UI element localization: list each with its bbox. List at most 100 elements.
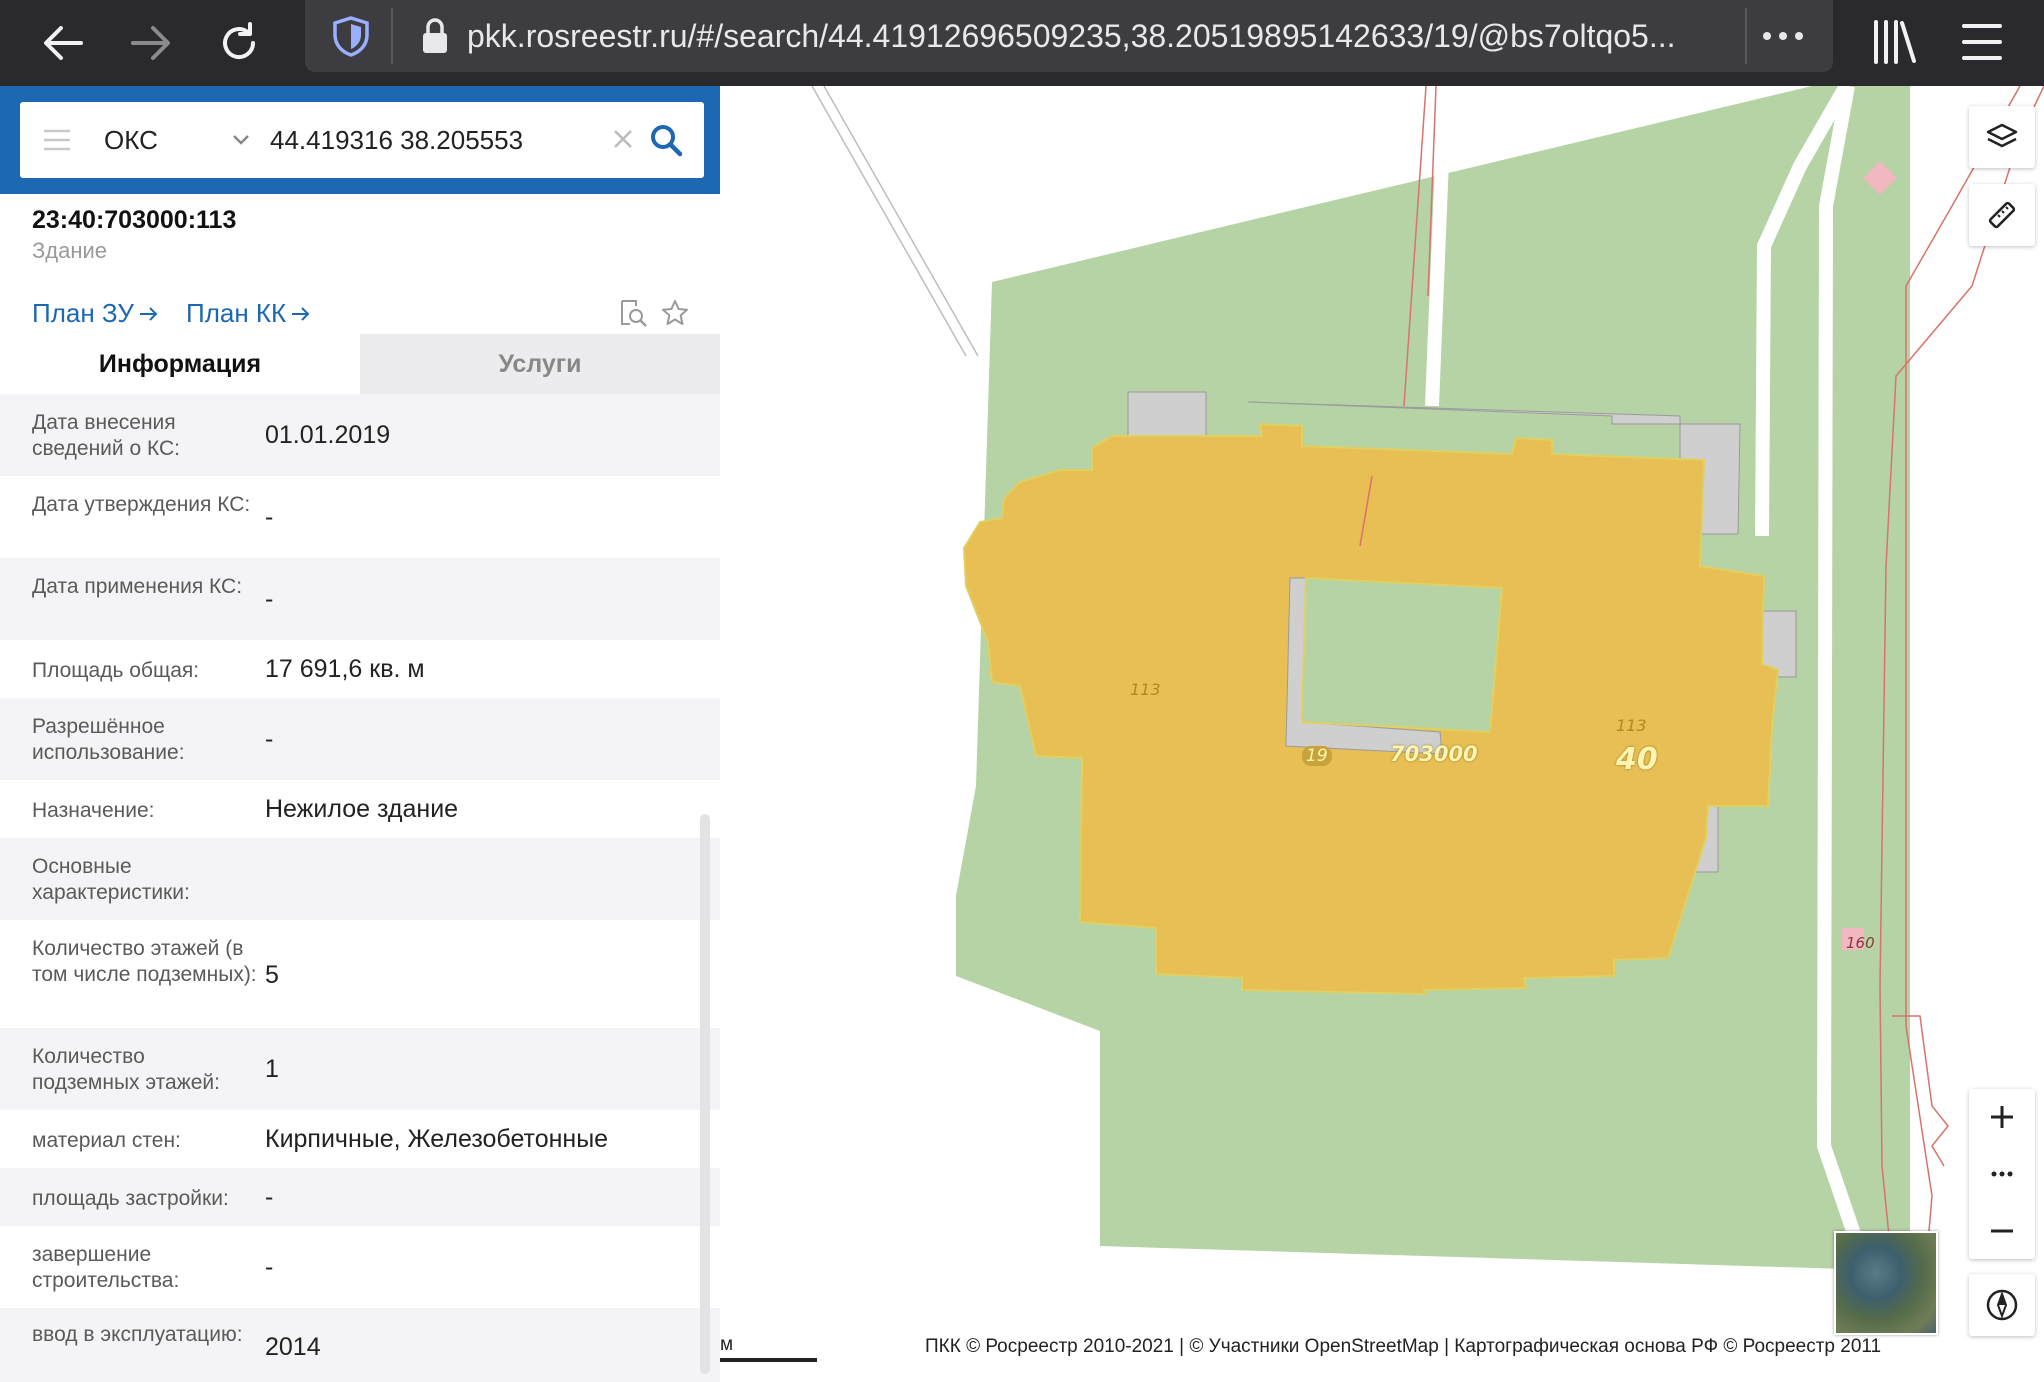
forward-button[interactable] bbox=[122, 14, 180, 72]
info-row: Разрешённое использование: - bbox=[0, 698, 720, 780]
info-row: Назначение: Нежилое здание bbox=[0, 780, 720, 838]
parcel-label: 113 bbox=[1616, 716, 1647, 735]
info-row-label: ввод в эксплуатацию: bbox=[32, 1323, 243, 1346]
object-type-select[interactable]: ОКС bbox=[104, 120, 158, 160]
info-row-value: 2014 bbox=[265, 1333, 321, 1361]
measure-button[interactable] bbox=[1969, 184, 2035, 246]
info-row-label: Дата применения КС: bbox=[32, 575, 243, 598]
zoom-out-icon bbox=[1991, 1229, 2013, 1233]
plot-label: 160 bbox=[1846, 934, 1875, 952]
ruler-icon bbox=[1988, 201, 2016, 229]
object-info-panel: 23:40:703000:113 Здание План ЗУ План КК … bbox=[0, 194, 720, 1382]
compass-button[interactable] bbox=[1969, 1274, 2035, 1336]
scale-bar bbox=[720, 1358, 817, 1362]
info-row-label: материал стен: bbox=[32, 1129, 181, 1152]
info-row: Дата внесения сведений о КС: 01.01.2019 bbox=[0, 394, 720, 476]
courtyard bbox=[1300, 576, 1504, 734]
address-bar[interactable]: pkk.rosreestr.ru/#/search/44.41912696509… bbox=[305, 0, 1833, 72]
tab-services[interactable]: Услуги bbox=[360, 334, 720, 394]
tracking-shield-icon[interactable] bbox=[329, 14, 373, 58]
info-row-value: - bbox=[265, 585, 274, 613]
quarter-number-label: 19 bbox=[1302, 746, 1332, 766]
lock-icon[interactable] bbox=[415, 14, 455, 58]
zoom-control bbox=[1969, 1089, 2035, 1259]
back-button[interactable] bbox=[34, 14, 92, 72]
panel-scrollbar[interactable] bbox=[700, 814, 710, 1374]
info-row-value: - bbox=[265, 503, 274, 531]
zoom-out-button[interactable] bbox=[1969, 1203, 2035, 1259]
info-row-label: площадь застройки: bbox=[32, 1187, 229, 1210]
search-header: ОКС 44.419316 38.205553 bbox=[0, 86, 745, 194]
url-separator bbox=[391, 8, 393, 64]
zoom-more-icon bbox=[1991, 1171, 2013, 1177]
plan-kk-label: План КК bbox=[186, 298, 287, 328]
info-row: Количество подземных этажей: 1 bbox=[0, 1028, 720, 1110]
forward-arrow-icon bbox=[131, 26, 170, 60]
cadastral-map[interactable]: 113 113 19 703000 40 160 м ПКК © Росреес… bbox=[720, 86, 2044, 1382]
zoom-more-button[interactable] bbox=[1969, 1146, 2035, 1202]
info-row: Дата применения КС: - bbox=[0, 558, 720, 640]
minimap[interactable] bbox=[1834, 1231, 1938, 1335]
clear-icon[interactable] bbox=[610, 126, 636, 152]
info-row-value: - bbox=[265, 1253, 274, 1281]
info-row: Основные характеристики: bbox=[0, 838, 720, 920]
menu-icon[interactable] bbox=[1954, 14, 2010, 70]
search-document-icon[interactable] bbox=[618, 298, 648, 328]
search-icon[interactable] bbox=[648, 122, 684, 158]
compass-icon bbox=[1986, 1289, 2018, 1321]
info-row: материал стен: Кирпичные, Железобетонные bbox=[0, 1110, 720, 1168]
library-icon[interactable] bbox=[1866, 14, 1922, 70]
chevron-down-icon[interactable] bbox=[230, 128, 252, 150]
search-box: ОКС 44.419316 38.205553 bbox=[20, 102, 704, 178]
plan-zu-label: План ЗУ bbox=[32, 298, 134, 328]
url-separator bbox=[1745, 8, 1747, 64]
info-row-value: 1 bbox=[265, 1055, 279, 1083]
info-row-value: Кирпичные, Железобетонные bbox=[265, 1125, 609, 1153]
info-row-label: Количество этажей (в том числе подземных… bbox=[32, 937, 257, 986]
zoom-in-icon bbox=[1991, 1106, 2013, 1128]
parcel-label: 113 bbox=[1130, 680, 1161, 699]
info-row-label: Дата утверждения КС: bbox=[32, 493, 251, 516]
star-icon[interactable] bbox=[660, 298, 690, 328]
layers-button[interactable] bbox=[1969, 106, 2035, 168]
arrow-right-icon bbox=[139, 306, 158, 321]
info-row-label: Площадь общая: bbox=[32, 659, 200, 682]
road bbox=[812, 86, 978, 360]
reload-icon bbox=[223, 22, 255, 59]
cadastral-number: 23:40:703000:113 bbox=[32, 206, 237, 234]
info-row-value: 01.01.2019 bbox=[265, 421, 391, 449]
object-type: Здание bbox=[32, 238, 108, 263]
info-row: Количество этажей (в том числе подземных… bbox=[0, 920, 720, 1028]
info-row: Площадь общая: 17 691,6 кв. м bbox=[0, 640, 720, 698]
plan-zu-link[interactable]: План ЗУ bbox=[32, 298, 160, 329]
info-row-label: Назначение: bbox=[32, 799, 155, 822]
info-row-label: Количество подземных этажей: bbox=[32, 1045, 220, 1094]
info-row-value: - bbox=[265, 1183, 274, 1211]
search-input[interactable]: 44.419316 38.205553 bbox=[270, 120, 523, 160]
info-row-value: Нежилое здание bbox=[265, 795, 459, 823]
quarter-label: 703000 bbox=[1390, 742, 1478, 766]
plan-kk-link[interactable]: План КК bbox=[186, 298, 312, 329]
zoom-in-button[interactable] bbox=[1969, 1089, 2035, 1145]
more-dots-icon[interactable] bbox=[1753, 14, 1813, 58]
info-row-label: завершение строительства: bbox=[32, 1243, 180, 1292]
info-row-label: Разрешённое использование: bbox=[32, 715, 185, 764]
info-row-label: Дата внесения сведений о КС: bbox=[32, 411, 180, 460]
map-attribution: ПКК © Росреестр 2010-2021 | © Участники … bbox=[925, 1336, 1882, 1357]
info-tabs: Информация Услуги bbox=[0, 334, 720, 394]
browser-toolbar: pkk.rosreestr.ru/#/search/44.41912696509… bbox=[0, 0, 2044, 86]
arrow-right-icon bbox=[292, 306, 310, 321]
info-row-value: 5 bbox=[265, 961, 279, 989]
info-row-label: Основные характеристики: bbox=[32, 855, 190, 904]
back-arrow-icon bbox=[44, 26, 83, 60]
tab-information[interactable]: Информация bbox=[0, 334, 360, 394]
info-row-value: - bbox=[265, 725, 274, 753]
block-label: 40 bbox=[1616, 742, 1658, 777]
info-row: площадь застройки: - bbox=[0, 1168, 720, 1226]
info-row-value: 17 691,6 кв. м bbox=[265, 655, 425, 683]
info-row: ввод в эксплуатацию: 2014 bbox=[0, 1308, 720, 1382]
reload-button[interactable] bbox=[210, 14, 268, 72]
map-canvas[interactable] bbox=[720, 86, 2044, 1382]
scale-label: м bbox=[720, 1334, 734, 1355]
hamburger-icon[interactable] bbox=[42, 128, 72, 152]
